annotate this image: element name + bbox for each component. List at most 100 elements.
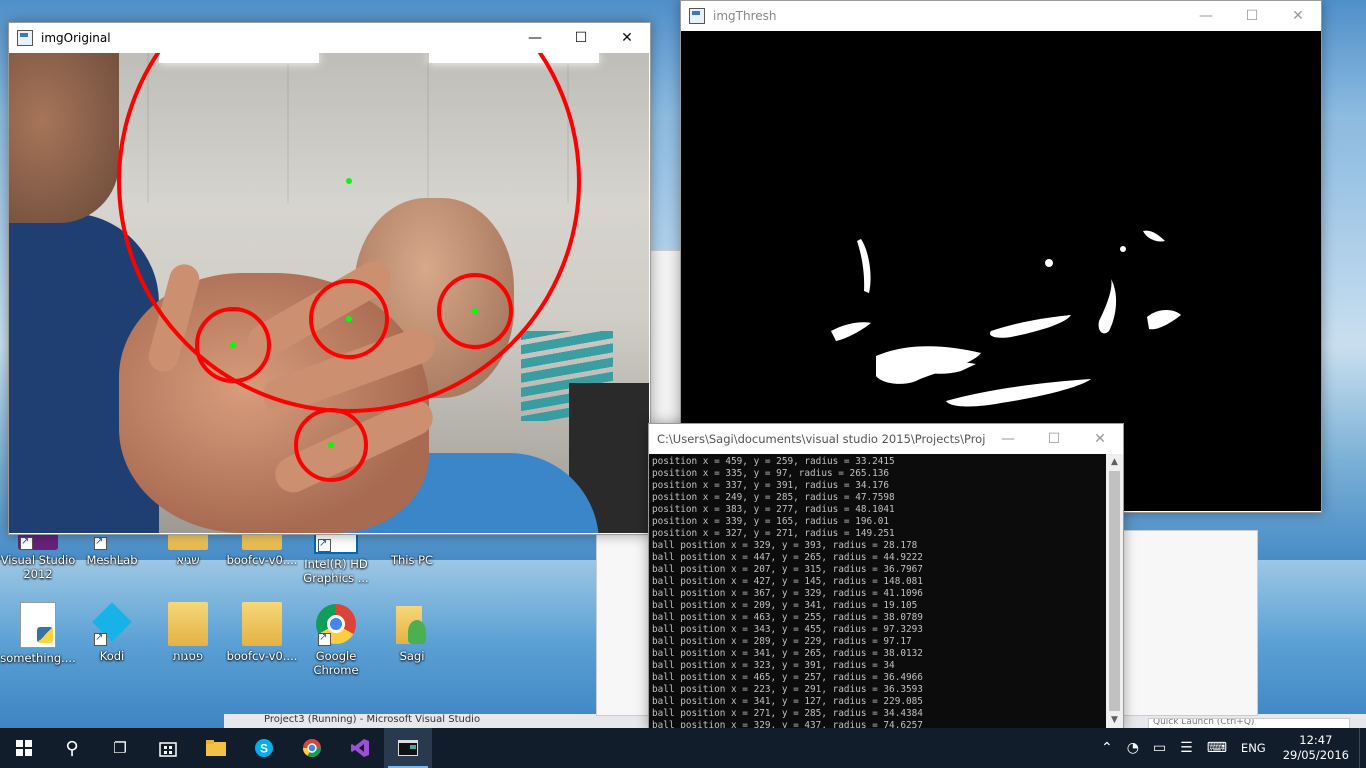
- quick-launch-placeholder: Quick Launch (Ctrl+Q): [1153, 718, 1255, 727]
- file-explorer-button[interactable]: [192, 728, 240, 768]
- close-button[interactable]: ✕: [1275, 1, 1321, 31]
- blob: [831, 322, 871, 341]
- console-line: ball position x = 367, y = 329, radius =…: [652, 588, 923, 599]
- window-title: imgThresh: [713, 9, 777, 23]
- blob: [1147, 310, 1181, 330]
- console-line: ball position x = 341, y = 265, radius =…: [652, 648, 923, 659]
- detection-center-dot: [230, 342, 236, 348]
- scroll-up-arrow[interactable]: ▲: [1106, 454, 1123, 471]
- search-icon: ⚲: [65, 737, 79, 759]
- svg-text:S: S: [260, 742, 268, 756]
- battery-icon[interactable]: ▭: [1146, 740, 1173, 756]
- img-original-window[interactable]: imgOriginal — ☐ ✕: [8, 22, 651, 535]
- desktop-icon-label: boofcv-v0....: [226, 553, 298, 567]
- blob: [1045, 259, 1053, 267]
- taskbar: ⚲ ❐ S ⌃ ◔ ▭ ☰ ⌨ ENG 12:47 29/05/2016: [0, 728, 1366, 768]
- kodi-icon: [92, 602, 132, 646]
- img-original-titlebar[interactable]: imgOriginal — ☐ ✕: [9, 23, 650, 53]
- background-vs-title: Project3 (Running) - Microsoft Visual St…: [264, 714, 481, 725]
- chrome-button[interactable]: [288, 728, 336, 768]
- folder-icon: [242, 602, 282, 646]
- console-window[interactable]: C:\Users\Sagi\documents\visual studio 20…: [648, 423, 1124, 729]
- console-line: ball position x = 323, y = 391, radius =…: [652, 660, 895, 671]
- desktop-icon-label: Sagi: [399, 649, 425, 663]
- console-scrollbar[interactable]: ▲ ▼: [1106, 454, 1123, 729]
- desktop-icon-label: שגיא: [176, 553, 200, 567]
- desktop-icon-label: boofcv-v0....: [226, 649, 298, 663]
- skype-icon: S: [255, 739, 273, 757]
- minimize-button[interactable]: —: [512, 23, 558, 53]
- close-button[interactable]: ✕: [1077, 424, 1123, 454]
- console-line: ball position x = 427, y = 145, radius =…: [652, 576, 923, 587]
- console-line: ball position x = 289, y = 229, radius =…: [652, 636, 912, 647]
- desktop-icon-python-file[interactable]: something....: [0, 602, 76, 665]
- scrollbar-thumb[interactable]: [1109, 471, 1120, 711]
- console-output[interactable]: position x = 459, y = 259, radius = 33.2…: [649, 454, 1106, 729]
- desktop-icon-folder-psagot[interactable]: פסגות: [150, 602, 226, 663]
- console-line: ball position x = 271, y = 285, radius =…: [652, 708, 923, 719]
- detection-overlay: [117, 53, 581, 482]
- console-line: position x = 335, y = 97, radius = 265.1…: [652, 468, 890, 479]
- console-icon: [398, 740, 418, 756]
- folder-icon: [168, 602, 208, 646]
- blob: [1098, 279, 1117, 334]
- minimize-button[interactable]: —: [1183, 1, 1229, 31]
- console-line: position x = 459, y = 259, radius = 33.2…: [652, 456, 895, 467]
- scroll-down-arrow[interactable]: ▼: [1106, 712, 1123, 729]
- store-button[interactable]: [144, 728, 192, 768]
- clock[interactable]: 12:47 29/05/2016: [1273, 733, 1359, 763]
- desktop-icon-label: Intel(R) HD Graphics ...: [303, 557, 369, 585]
- start-button[interactable]: [0, 728, 48, 768]
- search-button[interactable]: ⚲: [48, 728, 96, 768]
- console-line: position x = 339, y = 165, radius = 196.…: [652, 516, 890, 527]
- desktop-icon-label: פסגות: [172, 649, 204, 663]
- console-line: position x = 383, y = 277, radius = 48.1…: [652, 504, 895, 515]
- task-view-button[interactable]: ❐: [96, 728, 144, 768]
- img-thresh-titlebar[interactable]: imgThresh — ☐ ✕: [681, 1, 1321, 31]
- console-line: ball position x = 223, y = 291, radius =…: [652, 684, 923, 695]
- blob: [1120, 246, 1126, 252]
- desktop-icon-sagi[interactable]: Sagi: [374, 602, 450, 663]
- visual-studio-button[interactable]: [336, 728, 384, 768]
- close-button[interactable]: ✕: [604, 23, 650, 53]
- console-line: ball position x = 207, y = 315, radius =…: [652, 564, 923, 575]
- blob: [989, 315, 1071, 338]
- skype-button[interactable]: S: [240, 728, 288, 768]
- window-title: imgOriginal: [41, 31, 111, 45]
- file-explorer-icon: [206, 740, 226, 756]
- console-line: ball position x = 343, y = 455, radius =…: [652, 624, 923, 635]
- action-center-icon[interactable]: ☰: [1173, 740, 1200, 756]
- desktop-icon-google-chrome[interactable]: Google Chrome: [298, 602, 374, 677]
- desktop-icon-boofcv-2[interactable]: boofcv-v0....: [224, 602, 300, 663]
- detection-center-dot: [346, 316, 352, 322]
- show-hidden-icons-chevron-icon[interactable]: ⌃: [1094, 740, 1120, 756]
- maximize-button[interactable]: ☐: [558, 23, 604, 53]
- maximize-button[interactable]: ☐: [1229, 1, 1275, 31]
- show-desktop-button[interactable]: [1359, 728, 1366, 768]
- keyboard-icon[interactable]: ⌨: [1200, 740, 1234, 756]
- clock-time: 12:47: [1299, 733, 1333, 747]
- detection-center-dot: [472, 308, 478, 314]
- wifi-icon[interactable]: ◔: [1120, 740, 1146, 756]
- desktop-icon-label: Kodi: [99, 649, 125, 663]
- console-line: ball position x = 465, y = 257, radius =…: [652, 672, 923, 683]
- console-line: ball position x = 209, y = 341, radius =…: [652, 600, 918, 611]
- background-window-left-strip: [650, 250, 682, 427]
- task-view-icon: ❐: [113, 739, 127, 757]
- visual-studio-icon: [351, 739, 369, 757]
- console-titlebar[interactable]: C:\Users\Sagi\documents\visual studio 20…: [649, 424, 1123, 454]
- desktop-icon-kodi[interactable]: Kodi: [74, 602, 150, 663]
- window-app-icon: [17, 30, 33, 46]
- system-tray: ⌃ ◔ ▭ ☰ ⌨ ENG 12:47 29/05/2016: [1094, 728, 1366, 768]
- desktop-icon-label: Visual Studio 2012: [0, 553, 76, 581]
- minimize-button[interactable]: —: [985, 424, 1031, 454]
- console-line: position x = 249, y = 285, radius = 47.7…: [652, 492, 895, 503]
- language-indicator[interactable]: ENG: [1234, 741, 1273, 755]
- maximize-button[interactable]: ☐: [1031, 424, 1077, 454]
- console-line: ball position x = 329, y = 393, radius =…: [652, 540, 918, 551]
- console-taskbar-button[interactable]: [384, 728, 432, 768]
- python-file-icon: [20, 602, 56, 648]
- desktop-icon-label: This PC: [390, 553, 434, 567]
- store-icon: [159, 742, 177, 757]
- blob: [946, 379, 1091, 407]
